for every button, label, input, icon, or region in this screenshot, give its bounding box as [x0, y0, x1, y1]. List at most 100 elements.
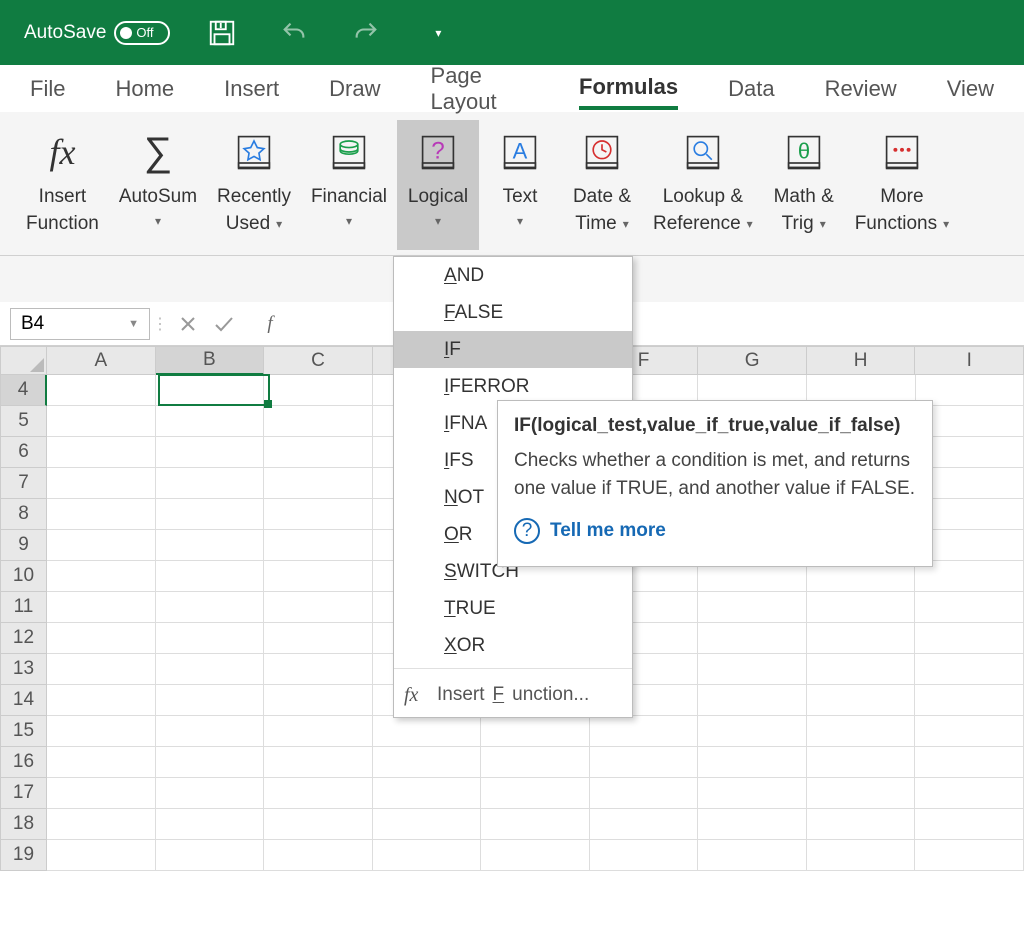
cell[interactable]	[47, 561, 156, 592]
cell[interactable]	[156, 437, 265, 468]
column-header[interactable]: B	[156, 346, 265, 375]
autosum-button[interactable]: ∑ AutoSum▾	[109, 120, 207, 250]
cell[interactable]	[807, 623, 916, 654]
dropdown-item-if[interactable]: IF	[394, 331, 632, 368]
cell[interactable]	[264, 809, 373, 840]
row-header[interactable]: 17	[0, 778, 47, 809]
cell[interactable]	[156, 716, 265, 747]
cell[interactable]	[264, 406, 373, 437]
cell[interactable]	[698, 747, 807, 778]
cell[interactable]	[156, 840, 265, 871]
cell[interactable]	[807, 685, 916, 716]
cell[interactable]	[156, 747, 265, 778]
cell[interactable]	[47, 685, 156, 716]
cell[interactable]	[915, 623, 1024, 654]
insert-function-button[interactable]: fx InsertFunction	[16, 120, 109, 250]
cell[interactable]	[481, 809, 590, 840]
cell[interactable]	[698, 592, 807, 623]
dropdown-item-xor[interactable]: XOR	[394, 627, 632, 664]
logical-button[interactable]: ? Logical▾	[397, 120, 479, 250]
date-time-button[interactable]: Date &Time▾	[561, 120, 643, 250]
cell[interactable]	[156, 623, 265, 654]
tell-me-more-link[interactable]: ? Tell me more	[514, 518, 916, 544]
cell[interactable]	[47, 716, 156, 747]
cell[interactable]	[590, 747, 699, 778]
tab-view[interactable]: View	[947, 70, 994, 108]
cell[interactable]	[590, 778, 699, 809]
cell[interactable]	[264, 468, 373, 499]
dropdown-insert-function[interactable]: fx Insert Function...	[394, 673, 632, 717]
math-trig-button[interactable]: θ Math &Trig▾	[763, 120, 845, 250]
tab-insert[interactable]: Insert	[224, 70, 279, 108]
row-header[interactable]: 12	[0, 623, 47, 654]
cell[interactable]	[47, 499, 156, 530]
dropdown-item-false[interactable]: FALSE	[394, 294, 632, 331]
undo-icon[interactable]	[274, 13, 314, 53]
tab-file[interactable]: File	[30, 70, 65, 108]
select-all-corner[interactable]	[0, 346, 47, 375]
cell[interactable]	[264, 623, 373, 654]
row-header[interactable]: 10	[0, 561, 47, 592]
autosave-switch[interactable]: Off	[114, 21, 170, 45]
row-header[interactable]: 6	[0, 437, 47, 468]
cell[interactable]	[47, 437, 156, 468]
cell[interactable]	[915, 685, 1024, 716]
cell[interactable]	[47, 747, 156, 778]
cell[interactable]	[698, 623, 807, 654]
tab-page-layout[interactable]: Page Layout	[431, 57, 530, 121]
cell[interactable]	[47, 530, 156, 561]
cell[interactable]	[807, 778, 916, 809]
qat-customize-icon[interactable]: ▾	[418, 13, 458, 53]
cell[interactable]	[264, 375, 373, 406]
cell[interactable]	[156, 592, 265, 623]
column-header[interactable]: H	[807, 346, 916, 375]
cell[interactable]	[373, 809, 482, 840]
tab-draw[interactable]: Draw	[329, 70, 380, 108]
cell[interactable]	[807, 654, 916, 685]
cell[interactable]	[264, 437, 373, 468]
name-box[interactable]: B4 ▼	[10, 308, 150, 340]
lookup-reference-button[interactable]: Lookup &Reference▾	[643, 120, 763, 250]
fx-formula-icon[interactable]: f	[252, 306, 288, 342]
cell[interactable]	[156, 375, 265, 406]
cell[interactable]	[915, 840, 1024, 871]
cell[interactable]	[807, 840, 916, 871]
tab-review[interactable]: Review	[825, 70, 897, 108]
cancel-icon[interactable]	[170, 306, 206, 342]
cell[interactable]	[590, 809, 699, 840]
cell[interactable]	[698, 716, 807, 747]
autosave-toggle[interactable]: AutoSave Off	[24, 21, 170, 45]
cell[interactable]	[156, 499, 265, 530]
cell[interactable]	[915, 809, 1024, 840]
cell[interactable]	[915, 747, 1024, 778]
text-button[interactable]: A Text▾	[479, 120, 561, 250]
cell[interactable]	[264, 499, 373, 530]
cell[interactable]	[807, 747, 916, 778]
cell[interactable]	[47, 654, 156, 685]
row-header[interactable]: 11	[0, 592, 47, 623]
enter-icon[interactable]	[206, 306, 242, 342]
cell[interactable]	[156, 561, 265, 592]
cell[interactable]	[915, 592, 1024, 623]
dropdown-item-true[interactable]: TRUE	[394, 590, 632, 627]
row-header[interactable]: 19	[0, 840, 47, 871]
cell[interactable]	[373, 747, 482, 778]
row-header[interactable]: 16	[0, 747, 47, 778]
financial-button[interactable]: Financial▾	[301, 120, 397, 250]
column-header[interactable]: G	[698, 346, 807, 375]
cell[interactable]	[590, 716, 699, 747]
row-header[interactable]: 15	[0, 716, 47, 747]
cell[interactable]	[156, 778, 265, 809]
cell[interactable]	[264, 561, 373, 592]
cell[interactable]	[47, 840, 156, 871]
cell[interactable]	[264, 592, 373, 623]
cell[interactable]	[698, 685, 807, 716]
cell[interactable]	[47, 592, 156, 623]
dropdown-item-and[interactable]: AND	[394, 257, 632, 294]
row-header[interactable]: 4	[0, 375, 47, 406]
cell[interactable]	[47, 623, 156, 654]
cell[interactable]	[807, 809, 916, 840]
cell[interactable]	[915, 716, 1024, 747]
cell[interactable]	[47, 375, 156, 406]
cell[interactable]	[156, 809, 265, 840]
